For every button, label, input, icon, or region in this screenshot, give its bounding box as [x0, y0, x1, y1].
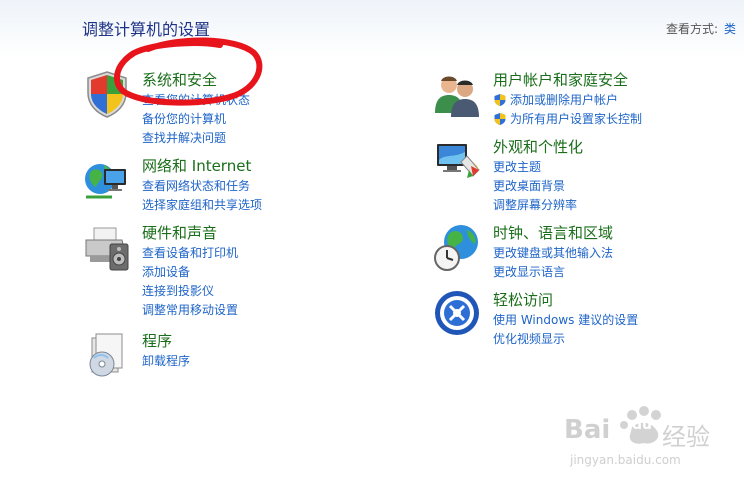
link-keyboard-input[interactable]: 更改键盘或其他输入法 [493, 243, 613, 262]
globe-clock-icon[interactable] [433, 222, 483, 272]
network-icon[interactable] [82, 155, 132, 205]
link-text: 为所有用户设置家长控制 [510, 112, 643, 126]
link-mobility[interactable]: 调整常用移动设置 [142, 300, 238, 319]
link-text: 添加或删除用户帐户 [510, 93, 619, 107]
link-add-remove-accounts[interactable]: 添加或删除用户帐户 [493, 90, 642, 109]
uac-shield-icon [494, 112, 506, 125]
view-mode-dropdown[interactable]: 类 [724, 22, 736, 36]
category-title[interactable]: 用户帐户和家庭安全 [493, 69, 628, 90]
category-title[interactable]: 程序 [142, 330, 172, 351]
shield-icon[interactable] [82, 69, 132, 119]
link-optimize-video[interactable]: 优化视频显示 [493, 329, 638, 348]
link-display-language[interactable]: 更改显示语言 [493, 262, 613, 281]
link-desktop-background[interactable]: 更改桌面背景 [493, 176, 577, 195]
link-homegroup[interactable]: 选择家庭组和共享选项 [142, 195, 262, 214]
page-title: 调整计算机的设置 [82, 20, 211, 39]
category-title[interactable]: 系统和安全 [142, 69, 217, 90]
category-title[interactable]: 轻松访问 [493, 289, 553, 310]
link-check-status[interactable]: 查看您的计算机状态 [142, 90, 250, 109]
link-projector[interactable]: 连接到投影仪 [142, 281, 238, 300]
link-screen-resolution[interactable]: 调整屏幕分辨率 [493, 195, 577, 214]
link-backup[interactable]: 备份您的计算机 [142, 109, 250, 128]
category-title[interactable]: 时钟、语言和区域 [493, 222, 613, 243]
watermark-text-bai: Bai [564, 415, 611, 445]
link-troubleshoot[interactable]: 查找并解决问题 [142, 128, 250, 147]
link-add-device[interactable]: 添加设备 [142, 262, 238, 281]
category-title[interactable]: 硬件和声音 [142, 222, 217, 243]
watermark-text-du: du [632, 417, 652, 433]
users-icon[interactable] [433, 69, 483, 119]
link-network-status[interactable]: 查看网络状态和任务 [142, 176, 262, 195]
programs-icon[interactable] [82, 330, 132, 380]
monitor-paint-icon[interactable] [433, 136, 483, 186]
link-parental-controls[interactable]: 为所有用户设置家长控制 [493, 109, 642, 128]
link-windows-suggested-settings[interactable]: 使用 Windows 建议的设置 [493, 310, 638, 329]
link-uninstall[interactable]: 卸载程序 [142, 351, 190, 370]
watermark-url: jingyan.baidu.com [570, 453, 681, 467]
link-devices-printers[interactable]: 查看设备和打印机 [142, 243, 238, 262]
link-change-theme[interactable]: 更改主题 [493, 157, 577, 176]
view-mode-label: 查看方式: [666, 22, 719, 36]
category-title[interactable]: 外观和个性化 [493, 136, 583, 157]
uac-shield-icon [494, 93, 506, 106]
printer-icon[interactable] [82, 222, 132, 272]
baidu-watermark: Bai du 经验 jingyan.baidu.com [562, 403, 737, 475]
ease-of-access-icon[interactable] [433, 289, 483, 339]
view-mode: 查看方式: 类 [666, 20, 736, 37]
category-title[interactable]: 网络和 Internet [142, 155, 251, 176]
watermark-brand: 经验 [662, 423, 710, 451]
